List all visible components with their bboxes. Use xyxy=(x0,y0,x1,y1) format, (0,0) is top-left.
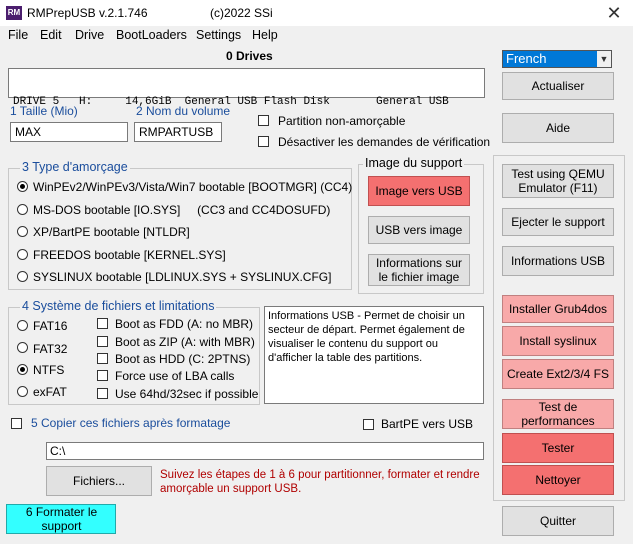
copy-files-label: 5 Copier ces fichiers après formatage xyxy=(31,416,231,430)
window-title: RMPrepUSB v.2.1.746 xyxy=(27,6,148,20)
fs-label-fat16: FAT16 xyxy=(33,319,68,333)
boot-type-radio-freedos[interactable] xyxy=(17,249,28,260)
instructions-hint: Suivez les étapes de 1 à 6 pour partitio… xyxy=(160,469,480,495)
fs-label-ntfs: NTFS xyxy=(33,363,65,377)
format-button[interactable]: 6 Formater le support xyxy=(6,504,116,534)
image-info-button[interactable]: Informations sur le fichier image xyxy=(368,254,470,286)
fs-label-fat32: FAT32 xyxy=(33,342,68,356)
disable-prompts-checkbox[interactable] xyxy=(258,136,269,147)
chevron-down-icon[interactable]: ▼ xyxy=(597,51,611,67)
boot-fdd-checkbox[interactable] xyxy=(97,318,108,329)
quit-button[interactable]: Quitter xyxy=(502,506,614,536)
fs-label-exfat: exFAT xyxy=(33,385,67,399)
usb-info-button[interactable]: Informations USB xyxy=(502,246,614,276)
menu-bar: File Edit Drive BootLoaders Settings Hel… xyxy=(0,26,500,46)
menu-edit[interactable]: Edit xyxy=(40,28,62,42)
image-legend: Image du support xyxy=(363,156,465,170)
install-grub4dos-button[interactable]: Installer Grub4dos xyxy=(502,295,614,323)
fs-radio-exfat[interactable] xyxy=(17,386,28,397)
use-64hd-label: Use 64hd/32sec if possible xyxy=(115,387,259,401)
qemu-test-button[interactable]: Test using QEMU Emulator (F11) xyxy=(502,164,614,198)
drive-row[interactable]: DRIVE 5 H: 14,6GiB General USB Flash Dis… xyxy=(13,96,480,108)
menu-drive[interactable]: Drive xyxy=(75,28,104,42)
test-button[interactable]: Tester xyxy=(502,433,614,463)
menu-help[interactable]: Help xyxy=(252,28,278,42)
fs-radio-fat32[interactable] xyxy=(17,342,28,353)
clean-button[interactable]: Nettoyer xyxy=(502,465,614,495)
menu-settings[interactable]: Settings xyxy=(196,28,241,42)
language-select[interactable]: French ▼ xyxy=(502,50,612,68)
menu-file[interactable]: File xyxy=(8,28,28,42)
close-icon[interactable]: ✕ xyxy=(602,2,626,24)
boot-fdd-label: Boot as FDD (A: no MBR) xyxy=(115,317,254,331)
no-boot-partition-checkbox[interactable] xyxy=(258,115,269,126)
no-boot-partition-label: Partition non-amorçable xyxy=(278,114,406,128)
fs-radio-fat16[interactable] xyxy=(17,320,28,331)
size-input[interactable]: MAX xyxy=(10,122,128,142)
fs-legend: 4 Système de fichiers et limitations xyxy=(20,299,217,313)
boot-zip-label: Boot as ZIP (A: with MBR) xyxy=(115,335,255,349)
language-selected: French xyxy=(506,51,547,66)
boot-type-label-winpe: WinPEv2/WinPEv3/Vista/Win7 bootable [BOO… xyxy=(33,180,353,194)
drive-list[interactable]: DRIVE 5 H: 14,6GiB General USB Flash Dis… xyxy=(8,68,485,108)
copy-files-checkbox[interactable] xyxy=(11,418,22,429)
files-button[interactable]: Fichiers... xyxy=(46,466,152,496)
boot-hdd-checkbox[interactable] xyxy=(97,353,108,364)
boot-type-label-syslinux: SYSLINUX bootable [LDLINUX.SYS + SYSLINU… xyxy=(33,270,332,284)
boot-type-radio-msdos[interactable] xyxy=(17,204,28,215)
boot-type-legend: 3 Type d'amorçage xyxy=(20,160,130,174)
refresh-button[interactable]: Actualiser xyxy=(502,72,614,100)
force-lba-label: Force use of LBA calls xyxy=(115,369,235,383)
volume-label: 2 Nom du volume xyxy=(136,104,231,118)
volume-input[interactable]: RMPARTUSB xyxy=(134,122,222,142)
copy-path-input[interactable]: C:\ xyxy=(46,442,484,460)
performance-test-button[interactable]: Test de performances xyxy=(502,399,614,429)
bartpe-label: BartPE vers USB xyxy=(381,417,474,431)
fs-radio-ntfs[interactable] xyxy=(17,364,28,375)
disable-prompts-label: Désactiver les demandes de vérification xyxy=(278,135,491,149)
boot-type-label-xp: XP/BartPE bootable [NTLDR] xyxy=(33,225,190,239)
window-copyright: (c)2022 SSi xyxy=(210,6,273,20)
boot-zip-checkbox[interactable] xyxy=(97,336,108,347)
create-ext-button[interactable]: Create Ext2/3/4 FS xyxy=(502,359,614,389)
use-64hd-checkbox[interactable] xyxy=(97,388,108,399)
boot-type-radio-winpe[interactable] xyxy=(17,181,28,192)
app-icon: RM xyxy=(6,6,22,20)
image-to-usb-button[interactable]: Image vers USB xyxy=(368,176,470,206)
boot-type-radio-xp[interactable] xyxy=(17,226,28,237)
boot-hdd-label: Boot as HDD (C: 2PTNS) xyxy=(115,352,251,366)
install-syslinux-button[interactable]: Install syslinux xyxy=(502,326,614,356)
menu-bootloaders[interactable]: BootLoaders xyxy=(116,28,187,42)
boot-type-label-freedos: FREEDOS bootable [KERNEL.SYS] xyxy=(33,248,226,262)
drive-count: 0 Drives xyxy=(226,49,273,63)
usb-to-image-button[interactable]: USB vers image xyxy=(368,216,470,244)
info-textbox[interactable]: Informations USB - Permet de choisir un … xyxy=(264,306,484,404)
size-label: 1 Taille (Mio) xyxy=(10,104,78,118)
bartpe-checkbox[interactable] xyxy=(363,419,374,430)
boot-type-label-msdos: MS-DOS bootable [IO.SYS] (CC3 and CC4DOS… xyxy=(33,203,331,217)
title-bar: RM RMPrepUSB v.2.1.746 (c)2022 SSi ✕ xyxy=(0,0,633,26)
boot-type-radio-syslinux[interactable] xyxy=(17,271,28,282)
eject-button[interactable]: Ejecter le support xyxy=(502,208,614,236)
force-lba-checkbox[interactable] xyxy=(97,370,108,381)
help-button[interactable]: Aide xyxy=(502,113,614,143)
